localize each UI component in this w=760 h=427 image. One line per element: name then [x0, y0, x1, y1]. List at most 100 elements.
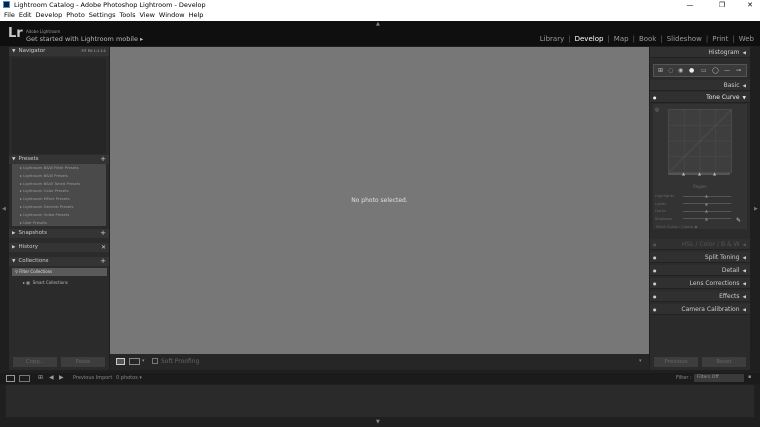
zoom-fit[interactable]: FIT — [81, 49, 86, 53]
menu-tools[interactable]: Tools — [119, 11, 135, 19]
point-curve-select[interactable]: Linear ◆ — [682, 224, 698, 229]
split-point-handle[interactable]: ▲ — [713, 171, 716, 176]
close-icon[interactable]: ✕ — [740, 0, 760, 10]
soft-proofing-checkbox[interactable] — [152, 358, 158, 364]
right-panel-toggle-icon[interactable]: ▶ — [754, 206, 758, 212]
copy-settings-button[interactable]: Copy... — [13, 357, 57, 367]
hsl-header[interactable]: ● HSL / Color / B & W ◀ — [650, 239, 750, 250]
module-web[interactable]: Web — [739, 35, 754, 43]
brush-icon[interactable]: — — [724, 67, 730, 74]
lights-slider[interactable]: Lights ▲ — [655, 200, 745, 208]
panel-switch-icon[interactable]: ● — [653, 304, 657, 315]
darks-slider[interactable]: Darks ▲ — [655, 207, 745, 215]
module-develop[interactable]: Develop — [575, 35, 604, 43]
add-snapshot-icon[interactable]: + — [100, 229, 106, 238]
module-book[interactable]: Book — [639, 35, 656, 43]
collections-header[interactable]: ▼ Collections + — [9, 257, 109, 266]
edit-point-curve-icon[interactable]: ✎ — [736, 217, 741, 224]
before-after-icon[interactable] — [129, 358, 140, 365]
panel-switch-icon[interactable]: ● — [653, 265, 657, 276]
detail-header[interactable]: ● Detail ◀ — [650, 265, 750, 276]
photo-count[interactable]: 0 photos ▾ — [116, 375, 142, 381]
loupe-view-icon[interactable] — [116, 358, 125, 365]
menu-window[interactable]: Window — [159, 11, 185, 19]
forward-icon[interactable]: ▶ — [59, 374, 64, 381]
preset-folder[interactable]: ▸ Lightroom Color Presets — [12, 187, 106, 195]
main-window-icon[interactable] — [6, 375, 15, 382]
filter-lock-icon[interactable]: ▪ — [748, 374, 751, 380]
menu-edit[interactable]: Edit — [19, 11, 32, 19]
preset-folder[interactable]: ▸ User Presets — [12, 219, 106, 227]
tone-curve-graph[interactable] — [668, 109, 732, 173]
panel-switch-icon[interactable]: ● — [653, 252, 657, 263]
panel-switch-icon[interactable]: ● — [653, 278, 657, 289]
history-header[interactable]: ▶ History ✕ — [9, 243, 109, 252]
restore-icon[interactable]: ❐ — [712, 0, 732, 10]
split-toning-header[interactable]: ● Split Toning ◀ — [650, 252, 750, 263]
filter-collections-field[interactable]: ⚲ Filter Collections — [12, 268, 107, 276]
menu-view[interactable]: View — [139, 11, 154, 19]
panel-switch-icon[interactable]: ● — [653, 291, 657, 302]
preset-folder[interactable]: ▸ Lightroom B&W Filter Presets — [12, 164, 106, 172]
presets-header[interactable]: ▼ Presets + — [9, 155, 109, 164]
split-point-handle[interactable]: ▲ — [682, 171, 685, 176]
bw-tab[interactable]: B & W — [721, 241, 740, 248]
shadows-slider[interactable]: Shadows ▲ — [655, 215, 745, 223]
grid-view-icon[interactable]: ⊞ — [38, 374, 43, 381]
top-panel-toggle-icon[interactable]: ▲ — [376, 21, 380, 27]
preset-folder[interactable]: ▸ Lightroom Video Presets — [12, 211, 106, 219]
highlights-slider[interactable]: Highlights ▲ — [655, 192, 745, 200]
lightroom-mobile-link[interactable]: Get started with Lightroom mobile ▸ — [26, 35, 143, 43]
paste-settings-button[interactable]: Paste — [61, 357, 105, 367]
second-window-icon[interactable] — [19, 375, 30, 382]
filter-select[interactable]: Filters Off — [694, 374, 744, 382]
hsl-tab[interactable]: HSL — [682, 241, 694, 248]
left-panel-toggle-icon[interactable]: ◀ — [2, 206, 6, 212]
clear-history-icon[interactable]: ✕ — [101, 243, 106, 252]
menu-photo[interactable]: Photo — [66, 11, 85, 19]
module-print[interactable]: Print — [712, 35, 728, 43]
zoom-custom[interactable]: 1:1 — [100, 49, 106, 53]
reset-button[interactable]: Reset — [702, 357, 746, 367]
color-tab[interactable]: Color — [699, 241, 715, 248]
source-label[interactable]: Previous Import — [73, 375, 112, 381]
spot-removal-icon[interactable]: ◌ — [668, 67, 673, 74]
add-collection-icon[interactable]: + — [100, 257, 106, 266]
smart-collections-item[interactable]: ▸ ▦ Smart Collections — [23, 279, 103, 287]
navigator-header[interactable]: ▼ Navigator FIT Fill 1:1 1:1 — [9, 47, 109, 56]
basic-header[interactable]: Basic ◀ — [650, 80, 750, 91]
menu-help[interactable]: Help — [189, 11, 204, 19]
previous-button[interactable]: Previous — [654, 357, 698, 367]
preset-folder[interactable]: ▸ Lightroom B&W Toned Presets — [12, 180, 106, 188]
crop-overlay-icon[interactable]: ⊞ — [658, 67, 663, 74]
zoom-fill[interactable]: Fill — [88, 49, 93, 53]
panel-switch-icon[interactable]: ● — [653, 239, 657, 250]
graduated-filter-icon[interactable]: ● — [689, 67, 694, 74]
back-icon[interactable]: ◀ — [49, 374, 54, 381]
module-map[interactable]: Map — [614, 35, 629, 43]
menu-settings[interactable]: Settings — [89, 11, 116, 19]
zoom-1-1[interactable]: 1:1 — [94, 49, 100, 53]
preset-folder[interactable]: ▸ Lightroom Effect Presets — [12, 195, 106, 203]
photo-canvas[interactable]: No photo selected. — [110, 47, 649, 354]
target-adjustment-icon[interactable]: ◎ — [655, 107, 659, 113]
menu-develop[interactable]: Develop — [35, 11, 62, 19]
camera-calibration-header[interactable]: ● Camera Calibration ◀ — [650, 304, 750, 315]
panel-switch-icon[interactable]: ● — [653, 92, 657, 103]
menu-file[interactable]: File — [4, 11, 15, 19]
split-point-handle[interactable]: ▲ — [698, 171, 701, 176]
effects-header[interactable]: ● Effects ◀ — [650, 291, 750, 302]
red-eye-icon[interactable]: ◉ — [678, 67, 683, 74]
toolbar-options-icon[interactable]: ▾ — [639, 358, 642, 364]
minimize-icon[interactable]: — — [680, 0, 700, 10]
snapshots-header[interactable]: ▶ Snapshots + — [9, 229, 109, 238]
histogram-header[interactable]: Histogram ◀ — [650, 47, 750, 58]
lens-corrections-header[interactable]: ● Lens Corrections ◀ — [650, 278, 750, 289]
mask-icon[interactable]: ◯ — [712, 67, 719, 74]
add-preset-icon[interactable]: + — [100, 155, 106, 164]
preset-folder[interactable]: ▸ Lightroom B&W Presets — [12, 172, 106, 180]
module-library[interactable]: Library — [540, 35, 564, 43]
filmstrip-toggle-icon[interactable]: ▼ — [376, 419, 380, 425]
radial-filter-icon[interactable]: ▭ — [701, 67, 707, 74]
adjustment-brush-icon[interactable]: ⊸ — [736, 67, 741, 74]
